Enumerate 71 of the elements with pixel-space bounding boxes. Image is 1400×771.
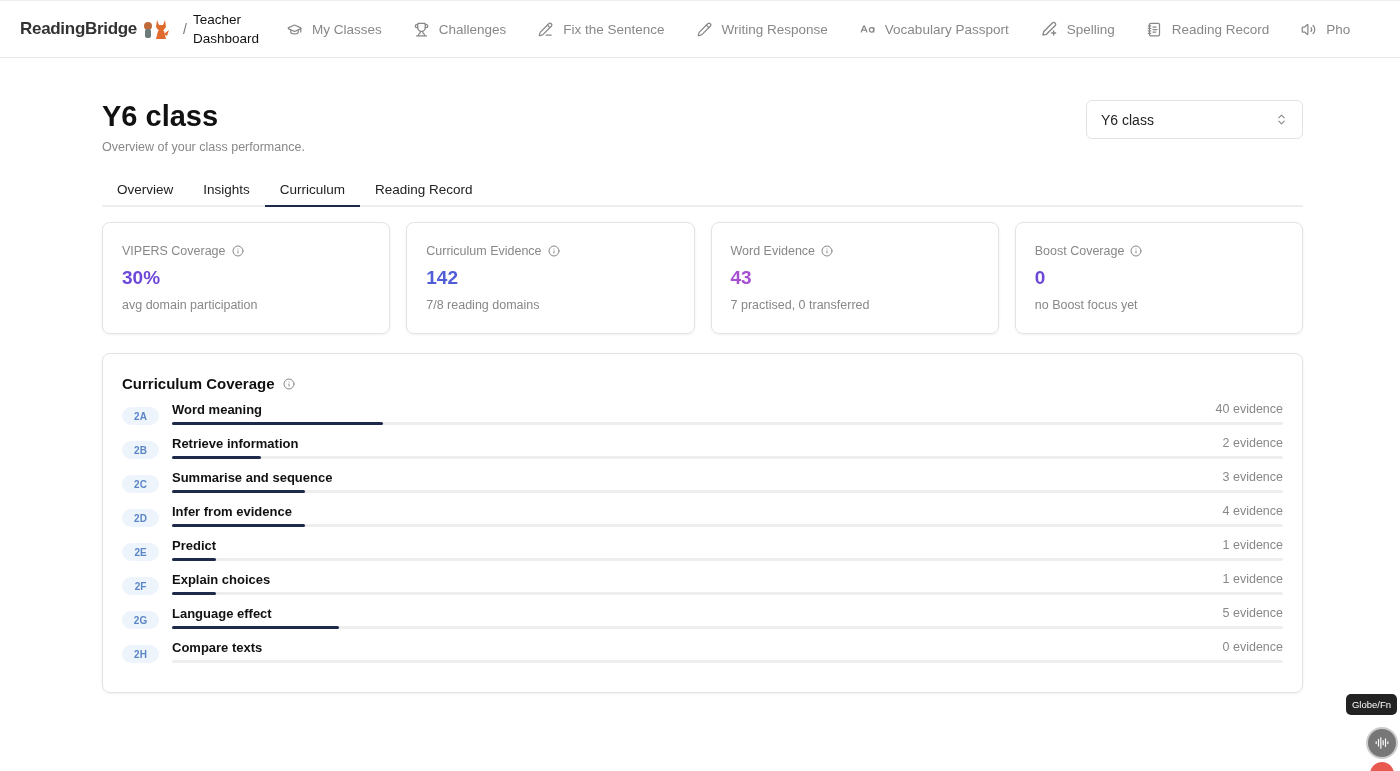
evidence-count: 2 evidence (1222, 436, 1283, 451)
domain-code: 2H (122, 645, 159, 663)
domain-code: 2F (122, 577, 159, 595)
domain-code: 2E (122, 543, 159, 561)
nav-link[interactable]: Spelling (1040, 21, 1115, 37)
stat-note: avg domain participation (122, 298, 259, 312)
tab[interactable]: Overview (102, 176, 189, 207)
tooltip: Globe/Fn (1345, 694, 1397, 715)
stat-label: Boost Coverage (1034, 244, 1125, 258)
domain-code: 2C (122, 475, 159, 493)
evidence-count: 5 evidence (1222, 606, 1283, 621)
info-icon[interactable] (231, 245, 244, 257)
nav-link[interactable]: My Classes (286, 21, 382, 37)
section-title: Teacher Dashboard (192, 11, 260, 48)
speaker-icon (1301, 21, 1317, 37)
stat-value: 30% (122, 267, 162, 289)
domain-name: Summarise and sequence (172, 470, 333, 485)
domain-name: Retrieve information (172, 436, 299, 451)
stat-label: Curriculum Evidence (426, 244, 542, 258)
stat-value: 43 (730, 267, 753, 289)
audio-icon (1375, 736, 1389, 750)
brand-logo[interactable]: ReadingBridge (20, 19, 137, 39)
page-title: Y6 class (102, 100, 220, 133)
evidence-count: 3 evidence (1222, 470, 1283, 485)
stat-note: 7/8 reading domains (426, 298, 541, 312)
stat-label: VIPERS Coverage (122, 244, 226, 258)
graduation-cap-icon (286, 21, 302, 37)
trophy-icon (413, 21, 429, 37)
stat-label: Word Evidence (730, 244, 816, 258)
info-icon[interactable] (821, 245, 834, 257)
evidence-count: 40 evidence (1215, 402, 1283, 417)
info-icon[interactable] (1130, 245, 1143, 257)
evidence-count: 1 evidence (1222, 572, 1283, 587)
stat-value: 0 (1034, 267, 1047, 289)
domain-name: Language effect (172, 606, 272, 621)
info-icon[interactable] (282, 377, 295, 390)
domain-name: Infer from evidence (172, 504, 292, 519)
dictation-button[interactable] (1366, 727, 1398, 759)
notebook-icon (1146, 21, 1162, 37)
class-select[interactable]: Y6 class (1086, 100, 1303, 139)
stat-note: 7 practised, 0 transferred (730, 298, 871, 312)
domain-name: Predict (172, 538, 217, 553)
tab[interactable]: Curriculum (264, 176, 361, 207)
nav-link[interactable]: Vocabulary Passport (859, 21, 1009, 37)
stat-note: no Boost focus yet (1034, 298, 1139, 312)
domain-code: 2B (122, 441, 159, 459)
nav-link[interactable]: Writing Response (696, 21, 828, 37)
pencil-icon (696, 21, 712, 37)
nav-link[interactable]: Reading Record (1146, 21, 1270, 37)
tab[interactable]: Insights (188, 176, 265, 207)
chevrons-icon (1275, 113, 1288, 126)
domain-code: 2A (122, 407, 159, 425)
domain-code: 2D (122, 509, 159, 527)
evidence-count: 4 evidence (1222, 504, 1283, 519)
domain-name: Word meaning (172, 402, 263, 417)
pencil-icon (538, 21, 554, 37)
domain-name: Explain choices (172, 572, 271, 587)
info-icon[interactable] (547, 245, 560, 257)
domain-name: Compare texts (172, 640, 263, 655)
evidence-count: 1 evidence (1222, 538, 1283, 553)
evidence-count: 0 evidence (1222, 640, 1283, 655)
breadcrumb-separator: / (183, 21, 187, 37)
nav-link[interactable]: Challenges (413, 21, 507, 37)
pencil-plus-icon (1040, 21, 1057, 37)
stat-value: 142 (426, 267, 459, 289)
tab[interactable]: Reading Record (360, 176, 488, 207)
nav-link[interactable]: Pho (1301, 21, 1351, 37)
nav-link[interactable]: Fix the Sentence (538, 21, 665, 37)
domain-code: 2G (122, 611, 159, 629)
page-subtitle: Overview of your class performance. (102, 140, 305, 154)
panel-title: Curriculum Coverage (122, 375, 275, 392)
